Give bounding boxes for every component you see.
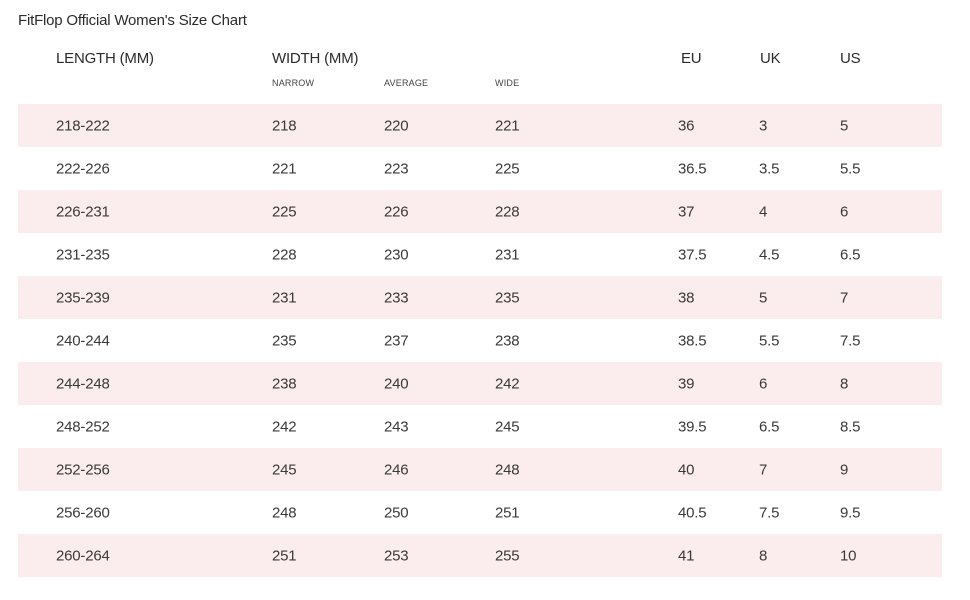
cell-width-narrow: 228 — [272, 246, 297, 263]
table-row: 248-252 242 243 245 39.5 6.5 8.5 — [18, 405, 942, 448]
cell-eu: 38.5 — [678, 332, 707, 349]
cell-us: 8 — [840, 375, 849, 392]
cell-length: 222-226 — [56, 160, 110, 177]
cell-width-wide: 235 — [495, 289, 520, 306]
cell-us: 7 — [840, 289, 849, 306]
cell-uk: 4.5 — [759, 246, 780, 263]
cell-uk: 3 — [759, 117, 768, 134]
table-row: 235-239 231 233 235 38 5 7 — [18, 276, 942, 319]
size-table-body: 218-222 218 220 221 36 3 5 222-226 221 223 225 36.5… — [18, 104, 942, 577]
cell-us: 6 — [840, 203, 849, 220]
cell-eu: 40.5 — [678, 504, 707, 521]
cell-width-average: 250 — [384, 504, 409, 521]
cell-width-wide: 255 — [495, 547, 520, 564]
cell-width-wide: 245 — [495, 418, 520, 435]
cell-width-wide: 231 — [495, 246, 520, 263]
cell-eu: 39.5 — [678, 418, 707, 435]
cell-eu: 37.5 — [678, 246, 707, 263]
table-row: 260-264 251 253 255 41 8 10 — [18, 534, 942, 577]
header-width: WIDTH (MM) — [272, 50, 359, 67]
cell-width-narrow: 221 — [272, 160, 297, 177]
header-length: LENGTH (MM) — [56, 50, 154, 67]
cell-length: 248-252 — [56, 418, 110, 435]
cell-uk: 6 — [759, 375, 768, 392]
cell-eu: 40 — [678, 461, 695, 478]
cell-length: 226-231 — [56, 203, 110, 220]
cell-width-average: 246 — [384, 461, 409, 478]
cell-width-average: 237 — [384, 332, 409, 349]
cell-us: 5 — [840, 117, 849, 134]
cell-eu: 37 — [678, 203, 695, 220]
cell-width-narrow: 231 — [272, 289, 297, 306]
cell-width-wide: 248 — [495, 461, 520, 478]
cell-width-wide: 251 — [495, 504, 520, 521]
cell-width-wide: 228 — [495, 203, 520, 220]
cell-width-narrow: 248 — [272, 504, 297, 521]
cell-uk: 6.5 — [759, 418, 780, 435]
cell-uk: 4 — [759, 203, 768, 220]
header-us: US — [840, 50, 861, 67]
cell-uk: 5 — [759, 289, 768, 306]
cell-length: 218-222 — [56, 117, 110, 134]
cell-uk: 5.5 — [759, 332, 780, 349]
cell-us: 5.5 — [840, 160, 861, 177]
page-title: FitFlop Official Women's Size Chart — [18, 12, 247, 29]
table-row: 256-260 248 250 251 40.5 7.5 9.5 — [18, 491, 942, 534]
cell-uk: 7.5 — [759, 504, 780, 521]
cell-length: 256-260 — [56, 504, 110, 521]
header-uk: UK — [760, 50, 781, 67]
cell-uk: 3.5 — [759, 160, 780, 177]
cell-width-wide: 238 — [495, 332, 520, 349]
cell-width-narrow: 238 — [272, 375, 297, 392]
cell-width-narrow: 218 — [272, 117, 297, 134]
cell-us: 9 — [840, 461, 849, 478]
cell-width-narrow: 225 — [272, 203, 297, 220]
subheader-narrow: NARROW — [272, 78, 315, 88]
table-row: 218-222 218 220 221 36 3 5 — [18, 104, 942, 147]
cell-width-narrow: 242 — [272, 418, 297, 435]
cell-eu: 36 — [678, 117, 695, 134]
table-row: 226-231 225 226 228 37 4 6 — [18, 190, 942, 233]
cell-width-average: 233 — [384, 289, 409, 306]
cell-width-average: 223 — [384, 160, 409, 177]
cell-width-average: 240 — [384, 375, 409, 392]
cell-width-narrow: 245 — [272, 461, 297, 478]
cell-length: 260-264 — [56, 547, 110, 564]
table-row: 240-244 235 237 238 38.5 5.5 7.5 — [18, 319, 942, 362]
cell-length: 244-248 — [56, 375, 110, 392]
subheader-average: AVERAGE — [384, 78, 429, 88]
cell-width-average: 220 — [384, 117, 409, 134]
cell-us: 6.5 — [840, 246, 861, 263]
table-row: 244-248 238 240 242 39 6 8 — [18, 362, 942, 405]
cell-length: 252-256 — [56, 461, 110, 478]
cell-us: 10 — [840, 547, 857, 564]
cell-width-narrow: 251 — [272, 547, 297, 564]
cell-eu: 36.5 — [678, 160, 707, 177]
cell-width-wide: 221 — [495, 117, 520, 134]
cell-us: 8.5 — [840, 418, 861, 435]
cell-width-wide: 242 — [495, 375, 520, 392]
table-row: 252-256 245 246 248 40 7 9 — [18, 448, 942, 491]
cell-length: 231-235 — [56, 246, 110, 263]
cell-uk: 8 — [759, 547, 768, 564]
cell-width-average: 253 — [384, 547, 409, 564]
cell-eu: 38 — [678, 289, 695, 306]
cell-uk: 7 — [759, 461, 768, 478]
table-row: 222-226 221 223 225 36.5 3.5 5.5 — [18, 147, 942, 190]
subheader-wide: WIDE — [495, 78, 520, 88]
header-eu: EU — [681, 50, 702, 67]
cell-width-narrow: 235 — [272, 332, 297, 349]
table-row: 231-235 228 230 231 37.5 4.5 6.5 — [18, 233, 942, 276]
cell-eu: 41 — [678, 547, 695, 564]
cell-length: 235-239 — [56, 289, 110, 306]
cell-us: 9.5 — [840, 504, 861, 521]
cell-eu: 39 — [678, 375, 695, 392]
cell-width-average: 226 — [384, 203, 409, 220]
cell-width-average: 243 — [384, 418, 409, 435]
cell-us: 7.5 — [840, 332, 861, 349]
cell-length: 240-244 — [56, 332, 110, 349]
cell-width-average: 230 — [384, 246, 409, 263]
cell-width-wide: 225 — [495, 160, 520, 177]
